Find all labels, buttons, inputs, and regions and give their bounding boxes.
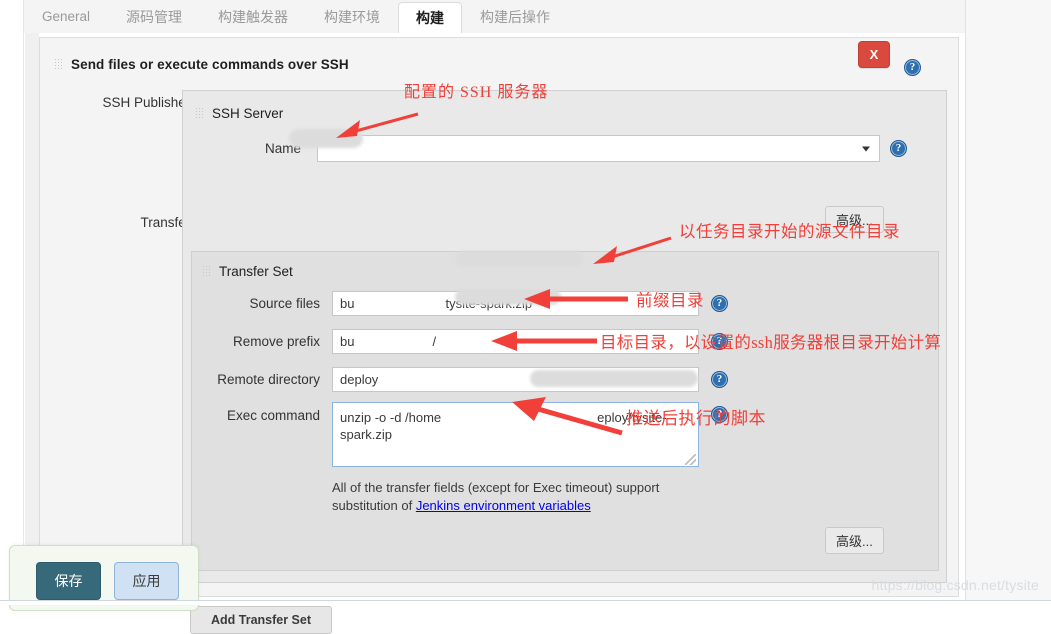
drag-handle-icon[interactable] <box>202 265 211 278</box>
tab-build-environment[interactable]: 构建环境 <box>306 0 398 33</box>
note-line-2-prefix: substitution of <box>332 498 416 513</box>
transfer-set-panel: Transfer Set Source files bu tysite-spar… <box>191 251 939 571</box>
left-gutter-shade <box>25 33 39 605</box>
label-remove-prefix: Remove prefix <box>232 334 320 349</box>
tab-build[interactable]: 构建 <box>398 2 463 34</box>
label-name: Name <box>264 141 301 156</box>
save-button[interactable]: 保存 <box>36 562 101 600</box>
ssh-server-title-text: SSH Server <box>212 106 284 121</box>
exec-command-value: unzip -o -d /home eploy/tysite-spark.zip <box>340 410 667 442</box>
jenkins-job-config-page: General 源码管理 构建触发器 构建环境 构建 构建后操作 Send fi… <box>0 0 1051 634</box>
jenkins-env-vars-link[interactable]: Jenkins environment variables <box>416 498 591 513</box>
remove-ssh-publisher-button[interactable]: X <box>858 41 890 68</box>
drag-handle-icon[interactable] <box>54 58 63 71</box>
tab-list: General 源码管理 构建触发器 构建环境 构建 构建后操作 <box>24 0 568 34</box>
transfer-set-title: Transfer Set <box>202 264 293 279</box>
annotation-source-files: 以任务目录开始的源文件目录 <box>679 222 900 241</box>
ssh-publisher-title-text: Send files or execute commands over SSH <box>71 57 349 72</box>
apply-button[interactable]: 应用 <box>114 562 179 600</box>
help-icon-ssh-server[interactable]: ? <box>890 140 907 157</box>
redaction-mask-source-files <box>455 251 583 267</box>
watermark: https://blog.csdn.net/tysite <box>871 577 1039 593</box>
ssh-publisher-title: Send files or execute commands over SSH <box>54 57 349 72</box>
annotation-remote-directory: 目标目录，以设置的ssh服务器根目录开始计算 <box>600 333 942 352</box>
label-ssh-publishers: SSH Publishers <box>102 95 197 110</box>
help-icon-ssh-publisher[interactable]: ? <box>904 59 921 76</box>
annotation-exec-command: 推送后执行的脚本 <box>626 409 766 428</box>
drag-handle-icon[interactable] <box>195 107 204 120</box>
chevron-down-icon <box>862 146 870 151</box>
left-gutter <box>0 33 24 605</box>
ssh-publisher-block: Send files or execute commands over SSH … <box>39 37 959 634</box>
annotation-remove-prefix: 前缀目录 <box>636 291 704 310</box>
transfer-set-title-text: Transfer Set <box>219 264 293 279</box>
ssh-server-title: SSH Server <box>195 106 283 121</box>
redaction-mask-remove-prefix <box>455 289 561 305</box>
bottom-strip <box>0 600 1051 605</box>
resize-grip-icon[interactable] <box>685 454 696 465</box>
ssh-server-name-select[interactable] <box>317 135 880 162</box>
config-tab-bar: General 源码管理 构建触发器 构建环境 构建 构建后操作 <box>0 0 965 34</box>
help-icon-source-files[interactable]: ? <box>711 295 728 312</box>
transfer-set-advanced-button[interactable]: 高级... <box>825 527 884 554</box>
tab-source-management[interactable]: 源码管理 <box>108 0 200 33</box>
note-line-1: All of the transfer fields (except for E… <box>332 480 660 495</box>
help-icon-remote-directory[interactable]: ? <box>711 371 728 388</box>
annotation-ssh-server: 配置的 SSH 服务器 <box>404 84 549 101</box>
tab-post-build-actions[interactable]: 构建后操作 <box>462 0 568 33</box>
redaction-mask-name <box>289 129 363 148</box>
tab-bar-left-cap <box>0 0 24 33</box>
right-gutter <box>965 0 1051 605</box>
transfer-fields-note: All of the transfer fields (except for E… <box>332 479 682 515</box>
label-remote-directory: Remote directory <box>217 372 320 387</box>
label-transfers: Transfers <box>140 215 197 230</box>
label-exec-command: Exec command <box>226 408 320 423</box>
redaction-mask-exec-command <box>530 370 698 387</box>
source-files-row: Source files bu tysite-spark.zip ? <box>192 291 932 316</box>
add-transfer-set-button[interactable]: Add Transfer Set <box>190 606 332 634</box>
tab-general[interactable]: General <box>24 0 108 33</box>
label-source-files: Source files <box>249 296 320 311</box>
tab-build-triggers[interactable]: 构建触发器 <box>200 0 306 33</box>
exec-command-row: Exec command unzip -o -d /home eploy/tys… <box>192 402 932 467</box>
config-content: Send files or execute commands over SSH … <box>0 33 965 634</box>
